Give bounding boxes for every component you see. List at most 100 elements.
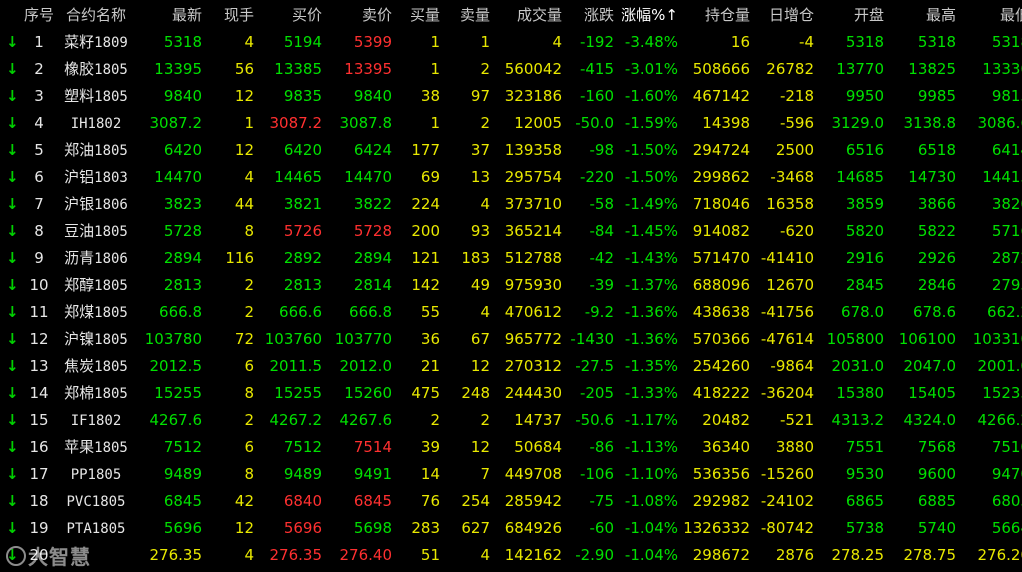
cell-contract-name: 沥青1806	[56, 244, 138, 271]
cell-change-percent: -1.37%	[624, 275, 678, 294]
table-row[interactable]: ↓ 13 焦炭1805 2012.5 6 2011.5 2012.0 21 12 270312 -2…	[0, 352, 1022, 379]
cell-open: 3859	[845, 194, 884, 213]
down-arrow-icon: ↓	[0, 244, 24, 271]
header-open-interest[interactable]: 持仓量	[680, 0, 752, 28]
header-last-price[interactable]: 最新	[138, 0, 204, 28]
table-row[interactable]: ↓ 6 沪铝1803 14470 4 14465 14470 69 13 295754 -220 -1…	[0, 163, 1022, 190]
table-row[interactable]: ↓ 9 沥青1806 2894 116 2892 2894 121 183 512788 -42 -1…	[0, 244, 1022, 271]
cell-change: -106	[579, 464, 614, 483]
table-row[interactable]: ↓ 19 PTA1805 5696 12 5696 5698 283 627 684926 -60-…	[0, 514, 1022, 541]
cell-ask-volume: 4	[480, 302, 490, 321]
cell-hand: 12	[234, 86, 254, 105]
down-arrow-icon: ↓	[0, 136, 24, 163]
header-index[interactable]: 序号	[24, 0, 56, 28]
contract-code-text: 1803	[94, 170, 128, 186]
header-volume[interactable]: 成交量	[492, 0, 564, 28]
table-row[interactable]: ↓ 20 276.35 4 276.35 276.40 51 4 142162 -2.90 -1.0…	[0, 541, 1022, 568]
table-row[interactable]: ↓ 4 IH1802 3087.2 1 3087.2 3087.8 1 2 12005 -50.0-…	[0, 109, 1022, 136]
down-arrow-glyph: ↓	[6, 221, 19, 240]
cell-change: -2.90	[575, 545, 614, 564]
cell-open: 678.0	[841, 302, 884, 321]
cell-hand: 8	[244, 383, 254, 402]
cell-contract-name: 沪镍1805	[56, 325, 138, 352]
cell-ask: 2894	[353, 248, 392, 267]
cell-hand: 44	[234, 194, 254, 213]
header-ask-volume[interactable]: 卖量	[442, 0, 492, 28]
cell-change-percent: -1.13%	[624, 437, 678, 456]
contract-name-text: 郑油	[64, 141, 95, 159]
header-oi-change[interactable]: 日增仓	[752, 0, 816, 28]
table-row[interactable]: ↓ 15 IF1802 4267.6 2 4267.2 4267.6 2 2 14737 -50.6…	[0, 406, 1022, 433]
contract-name-text: 豆油	[64, 222, 95, 240]
table-row[interactable]: ↓ 2 橡胶1805 13395 56 13385 13395 1 2 560042 -415 -3.…	[0, 55, 1022, 82]
table-row[interactable]: ↓ 17 PP1805 9489 8 9489 9491 14 7 449708 -106 -1.10…	[0, 460, 1022, 487]
cell-open: 5738	[845, 518, 884, 537]
table-row[interactable]: ↓ 14 郑棉1805 15255 8 15255 15260 475 248 244430 -20…	[0, 379, 1022, 406]
header-arrow	[0, 0, 24, 28]
cell-low: 2001.0	[977, 356, 1022, 375]
header-bid-price[interactable]: 买价	[256, 0, 324, 28]
cell-index: 5	[34, 140, 44, 159]
cell-bid-volume: 36	[420, 329, 440, 348]
header-open[interactable]: 开盘	[816, 0, 886, 28]
header-high[interactable]: 最高	[886, 0, 958, 28]
table-row[interactable]: ↓ 5 郑油1805 6420 12 6420 6424 177 37 139358 -98 -1.5…	[0, 136, 1022, 163]
table-row[interactable]: ↓ 3 塑料1805 9840 12 9835 9840 38 97 323186 -160 -1.6…	[0, 82, 1022, 109]
cell-high: 5318	[917, 32, 956, 51]
cell-index: 19	[29, 518, 49, 537]
table-row[interactable]: ↓ 11 郑煤1805 666.8 2 666.6 666.8 55 4 470612 -9.2 -1…	[0, 298, 1022, 325]
cell-low: 662.2	[987, 302, 1022, 321]
down-arrow-glyph: ↓	[6, 194, 19, 213]
cell-high: 6885	[917, 491, 956, 510]
cell-ask-volume: 67	[470, 329, 490, 348]
cell-ask: 103770	[334, 329, 392, 348]
header-ask-price[interactable]: 卖价	[324, 0, 394, 28]
cell-open: 278.25	[831, 545, 885, 564]
table-row[interactable]: ↓ 1 菜籽1809 5318 4 5194 5399 1 1 4 -192 -3.48% 16 -4 53…	[0, 28, 1022, 55]
cell-volume: 50684	[514, 437, 562, 456]
table-row[interactable]: ↓ 10 郑醇1805 2813 2 2813 2814 142 49 975930 -39 -1.3…	[0, 271, 1022, 298]
cell-low: 7510	[991, 437, 1022, 456]
cell-ask-volume: 12	[470, 356, 490, 375]
cell-bid: 13385	[274, 59, 322, 78]
cell-change: -27.5	[575, 356, 614, 375]
header-low[interactable]: 最低	[958, 0, 1022, 28]
cell-index: 13	[29, 356, 49, 375]
cell-ask-volume: 2	[480, 59, 490, 78]
cell-open-interest: 292982	[692, 491, 750, 510]
cell-bid-volume: 21	[420, 356, 440, 375]
contract-code-text: PVC1805	[66, 493, 126, 510]
header-current-hand[interactable]: 现手	[204, 0, 256, 28]
cell-change: -86	[589, 437, 615, 456]
cell-high: 2926	[917, 248, 956, 267]
cell-oi-change: -218	[779, 86, 814, 105]
header-change[interactable]: 涨跌	[564, 0, 616, 28]
cell-last: 3823	[163, 194, 202, 213]
cell-contract-name: 郑煤1805	[56, 298, 138, 325]
header-contract-name[interactable]: 合约名称	[56, 0, 138, 28]
header-change-percent-sorted[interactable]: 涨幅%↑	[616, 0, 680, 28]
cell-hand: 12	[234, 140, 254, 159]
table-row[interactable]: ↓ 8 豆油1805 5728 8 5726 5728 200 93 365214 -84 -1.45…	[0, 217, 1022, 244]
table-row[interactable]: ↓ 18 PVC1805 6845 42 6840 6845 76 254 285942 -75 -1…	[0, 487, 1022, 514]
cell-ask: 5698	[353, 518, 392, 537]
cell-contract-name: 苹果1805	[56, 433, 138, 460]
header-bid-volume[interactable]: 买量	[394, 0, 442, 28]
cell-hand: 6	[244, 437, 254, 456]
contract-code-text: 1809	[94, 35, 128, 51]
cell-low: 5318	[991, 32, 1022, 51]
table-row[interactable]: ↓ 7 沪银1806 3823 44 3821 3822 224 4 373710 -58 -1.49…	[0, 190, 1022, 217]
cell-index: 9	[34, 248, 44, 267]
cell-ask: 3822	[353, 194, 392, 213]
cell-change-percent: -1.08%	[624, 491, 678, 510]
cell-low: 2795	[991, 275, 1022, 294]
cell-low: 5716	[991, 221, 1022, 240]
table-row[interactable]: ↓ 16 苹果1805 7512 6 7512 7514 39 12 50684 -86 -1.13%…	[0, 433, 1022, 460]
down-arrow-icon: ↓	[0, 433, 24, 460]
table-row[interactable]: ↓ 12 沪镍1805 103780 72 103760 103770 36 67 965772-…	[0, 325, 1022, 352]
cell-open-interest: 536356	[692, 464, 750, 483]
contract-name-text: 郑煤	[64, 303, 95, 321]
cell-ask-volume: 254	[461, 491, 490, 510]
down-arrow-glyph: ↓	[6, 113, 19, 132]
cell-open: 7551	[845, 437, 884, 456]
